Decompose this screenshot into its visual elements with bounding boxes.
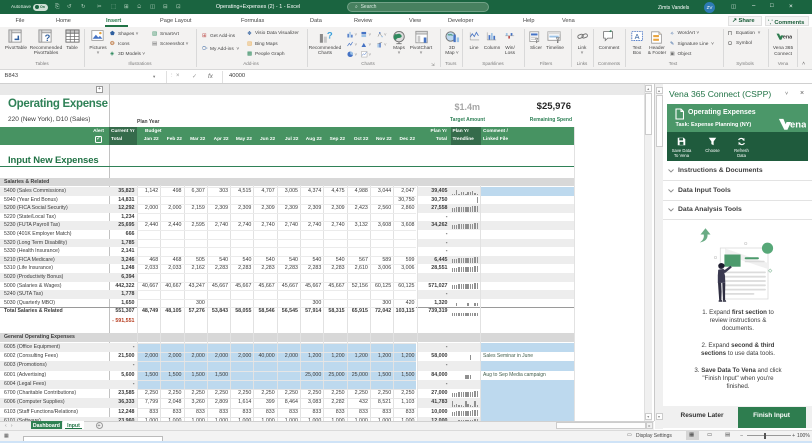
- svg-text:ena: ena: [783, 35, 792, 41]
- svg-text:A: A: [634, 31, 639, 40]
- svg-text:?: ?: [45, 33, 51, 43]
- svg-text:ena: ena: [790, 119, 806, 130]
- svg-text:?: ?: [326, 30, 332, 41]
